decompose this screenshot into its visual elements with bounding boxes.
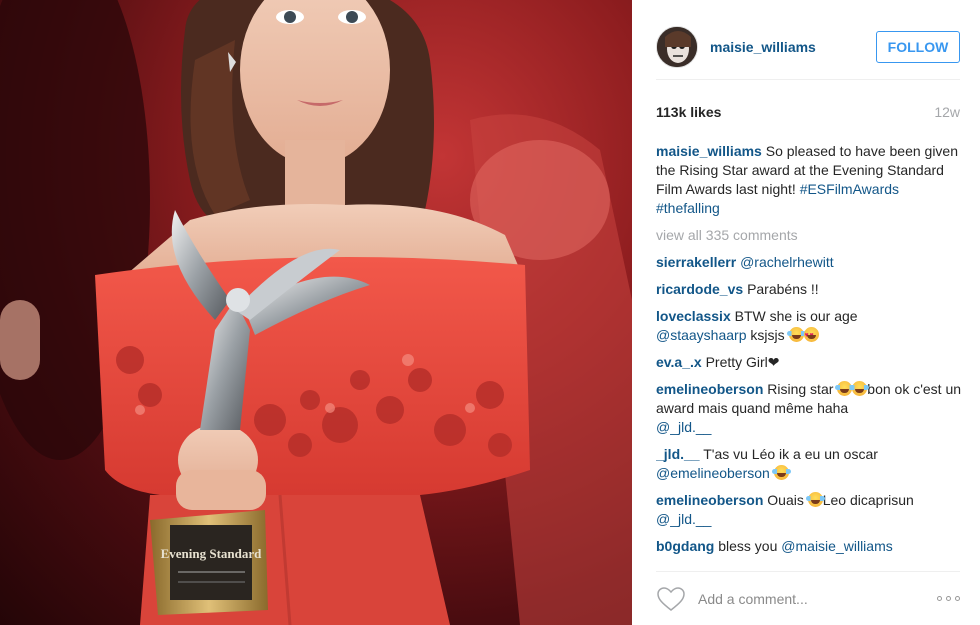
- post-header: maisie_williams FOLLOW: [656, 14, 960, 80]
- dot: [937, 596, 942, 601]
- comment-item: loveclassix BTW she is our age @staaysha…: [656, 307, 962, 345]
- comment-text: Rising star: [767, 381, 834, 397]
- comment-username[interactable]: ricardode_vs: [656, 281, 743, 297]
- comment-mention[interactable]: @emelineoberson: [656, 465, 770, 481]
- comment-text: bless you: [718, 538, 778, 554]
- view-all-comments-link[interactable]: view all 335 comments: [656, 226, 962, 245]
- comment-item: emelineoberson Ouais Leo dicaprisun @_jl…: [656, 491, 962, 529]
- comment-item: _jld.__ T'as vu Léo ik a eu un oscar @em…: [656, 445, 962, 483]
- post-time[interactable]: 12w: [934, 104, 960, 120]
- comment-mention[interactable]: @rachelrhewitt: [740, 254, 834, 270]
- comment-text: BTW she is our age: [734, 308, 858, 324]
- post-sidebar: maisie_williams FOLLOW 113k likes 12w ma…: [632, 0, 980, 625]
- like-heart-icon[interactable]: [656, 586, 686, 612]
- likes-row: 113k likes 12w: [656, 100, 960, 124]
- cry-laugh-emoji-icon: [786, 327, 806, 342]
- comment-text: T'as vu Léo ik a eu un oscar: [703, 446, 878, 462]
- likes-count[interactable]: 113k likes: [656, 104, 721, 120]
- comment-username[interactable]: ev.a_.x: [656, 354, 702, 370]
- comment-mention[interactable]: @_jld.__: [656, 419, 711, 435]
- award-plaque-text: Evening Standard: [161, 546, 263, 561]
- avatar[interactable]: [656, 25, 698, 68]
- comment-username[interactable]: sierrakellerr: [656, 254, 736, 270]
- add-comment-input[interactable]: [698, 590, 937, 607]
- comment-username[interactable]: loveclassix: [656, 308, 731, 324]
- post-caption: maisie_williams So pleased to have been …: [656, 142, 962, 218]
- comment-text: Pretty Girl: [705, 354, 768, 370]
- comment-item: ev.a_.x Pretty Girl❤: [656, 353, 962, 372]
- comment-item: ricardode_vs Parabéns !!: [656, 280, 962, 299]
- hashtag-thefalling[interactable]: #thefalling: [656, 200, 720, 216]
- comment-mention[interactable]: @_jld.__: [656, 511, 711, 527]
- avatar-image: [657, 26, 697, 67]
- more-options-icon[interactable]: [937, 590, 960, 607]
- comments-list: maisie_williams So pleased to have been …: [656, 142, 962, 562]
- comment-username[interactable]: _jld.__: [656, 446, 700, 462]
- cry-laugh-emoji-icon: [850, 381, 870, 396]
- dot: [946, 596, 951, 601]
- comment-text-tail: ksjsjs: [750, 327, 785, 343]
- comment-mention[interactable]: @maisie_williams: [781, 538, 892, 554]
- comment-username[interactable]: emelineoberson: [656, 492, 763, 508]
- heart-emoji-icon: ❤: [767, 354, 780, 370]
- comment-username[interactable]: b0gdang: [656, 538, 714, 554]
- heart-eyes-emoji-icon: [803, 326, 819, 345]
- hashtag-esfilmawards[interactable]: #ESFilmAwards: [800, 181, 899, 197]
- cry-laugh-emoji-icon: [805, 492, 825, 507]
- comment-mention[interactable]: @staayshaarp: [656, 327, 746, 343]
- post-username[interactable]: maisie_williams: [710, 39, 876, 55]
- instagram-post: Evening Standard maisie_williams FOLLOW: [0, 0, 980, 625]
- follow-button[interactable]: FOLLOW: [876, 30, 960, 63]
- dot: [955, 596, 960, 601]
- post-photo[interactable]: Evening Standard: [0, 0, 632, 625]
- comment-text: Parabéns !!: [747, 281, 819, 297]
- cry-laugh-emoji-icon: [771, 465, 791, 480]
- comment-item: sierrakellerr @rachelrhewitt: [656, 253, 962, 272]
- comment-text-2: Leo dicaprisun: [822, 492, 914, 508]
- comment-item: emelineoberson Rising star bon ok c'est …: [656, 380, 962, 437]
- comment-text: Ouais: [767, 492, 804, 508]
- comment-bar: [656, 571, 960, 625]
- comment-item: b0gdang bless you @maisie_williams: [656, 537, 962, 556]
- caption-username[interactable]: maisie_williams: [656, 143, 762, 159]
- photo-illustration: Evening Standard: [0, 0, 632, 625]
- comment-username[interactable]: emelineoberson: [656, 381, 763, 397]
